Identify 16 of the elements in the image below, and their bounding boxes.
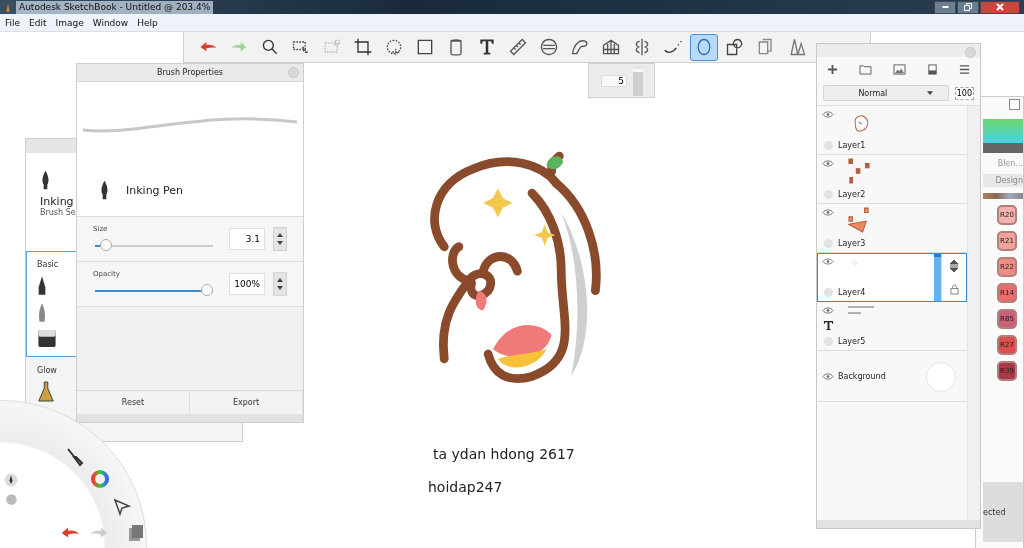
brush-name: Inking xyxy=(40,195,74,208)
status-text: ected xyxy=(983,507,1006,517)
layer-name: Background xyxy=(838,372,887,381)
panel-title: Brush Properties xyxy=(156,68,224,77)
layer-name: Layer1 xyxy=(838,141,867,150)
window-title: Autodesk SketchBook - Untitled @ 203.4% xyxy=(16,0,214,14)
layer-name: Layer5 xyxy=(838,337,867,346)
section-title: Glow xyxy=(37,366,57,375)
brush-set-label: Brush Se xyxy=(40,208,77,217)
section-title: Basic xyxy=(37,260,59,269)
canvas-text: hoidap247 xyxy=(428,479,503,495)
layer-name: Layer3 xyxy=(838,239,867,248)
brush-name: Inking Pen xyxy=(126,183,184,197)
layer-name: Layer2 xyxy=(838,190,867,199)
canvas-text: ta ydan hdong 2617 xyxy=(433,446,575,462)
layer-name: Layer4 xyxy=(838,288,867,297)
